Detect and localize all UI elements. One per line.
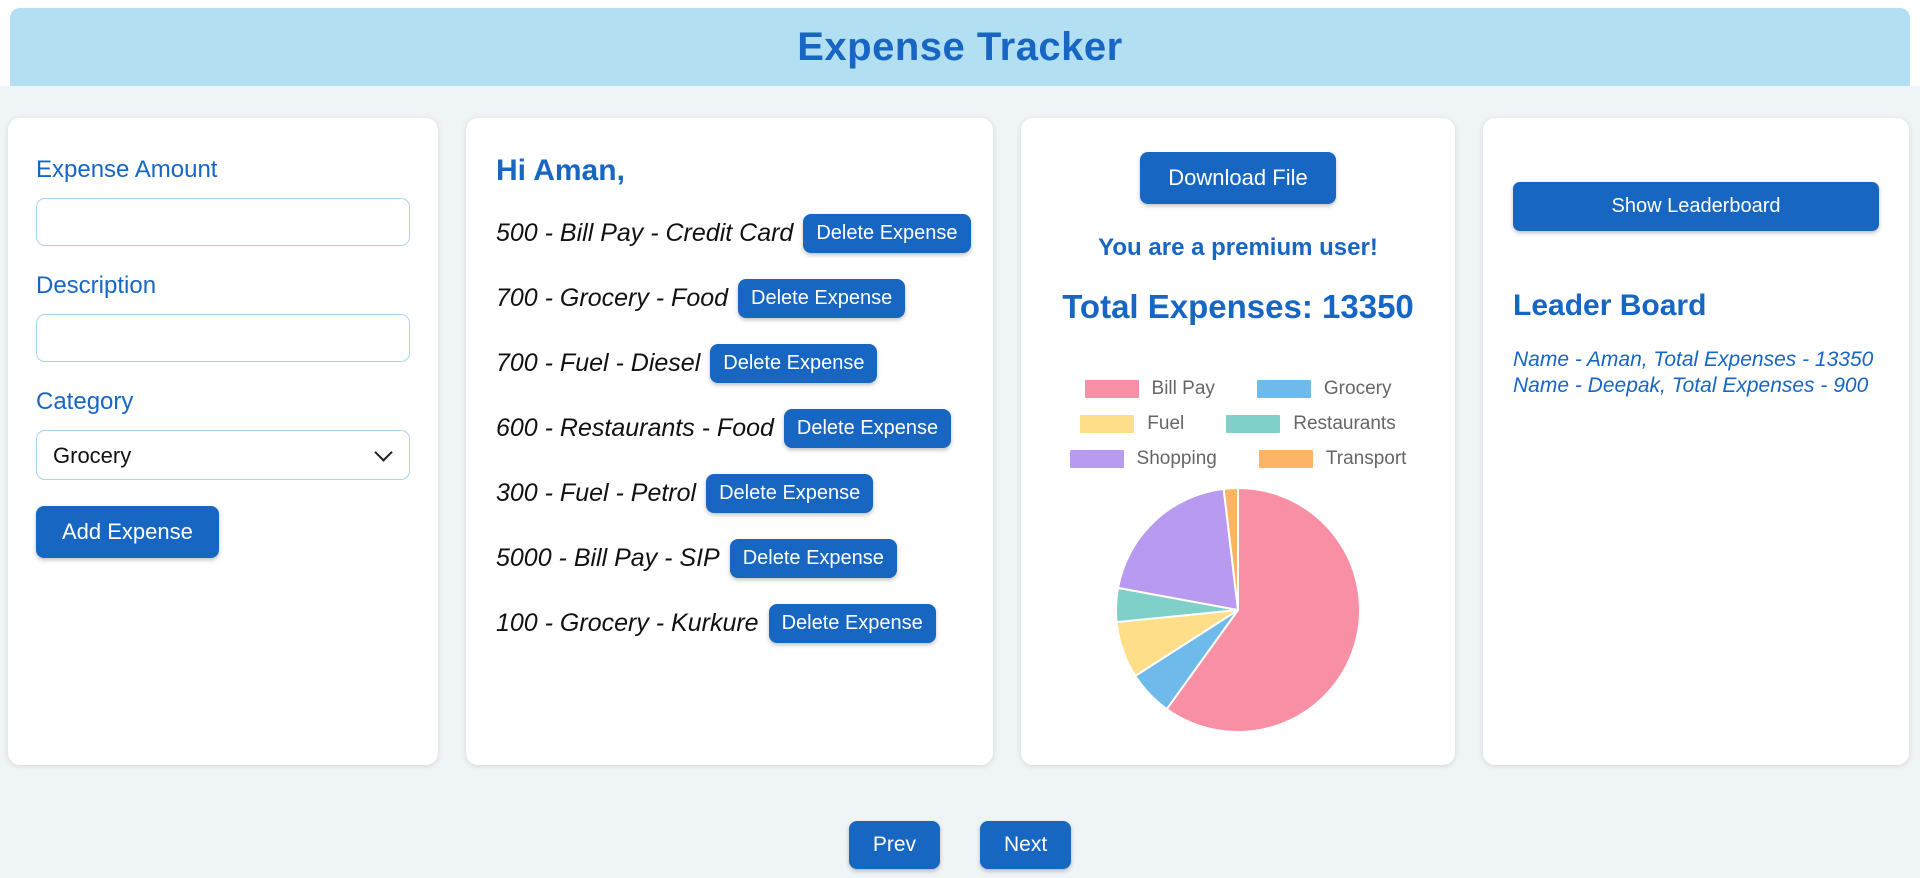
- expense-list-card: Hi Aman, 500 - Bill Pay - Credit Card De…: [466, 118, 993, 765]
- pagination: Prev Next: [0, 821, 1920, 869]
- expense-row: 5000 - Bill Pay - SIP Delete Expense: [496, 539, 963, 578]
- delete-expense-button[interactable]: Delete Expense: [710, 344, 878, 383]
- expense-row: 600 - Restaurants - Food Delete Expense: [496, 409, 963, 448]
- legend-row: Shopping Transport: [1045, 448, 1431, 470]
- legend-item-transport[interactable]: Transport: [1258, 448, 1407, 470]
- legend-label: Grocery: [1323, 378, 1392, 399]
- delete-expense-button[interactable]: Delete Expense: [738, 279, 906, 318]
- legend-swatch-transport: [1258, 450, 1313, 468]
- expense-text: 300 - Fuel - Petrol: [496, 479, 697, 507]
- description-label: Description: [36, 272, 157, 299]
- delete-expense-button[interactable]: Delete Expense: [783, 409, 952, 448]
- add-expense-button[interactable]: Add Expense: [36, 506, 219, 558]
- expense-row: 300 - Fuel - Petrol Delete Expense: [496, 474, 963, 513]
- legend-item-fuel[interactable]: Fuel: [1080, 413, 1184, 435]
- add-expense-card: Expense Amount Description Category Groc…: [8, 118, 438, 765]
- expense-text: 700 - Grocery - Food: [496, 284, 729, 312]
- premium-status-text: You are a premium user!: [1098, 234, 1378, 261]
- summary-card: Download File You are a premium user! To…: [1021, 118, 1455, 765]
- expense-text: 5000 - Bill Pay - SIP: [496, 544, 720, 572]
- legend-label: Shopping: [1136, 448, 1217, 469]
- expense-text: 500 - Bill Pay - Credit Card: [496, 219, 794, 247]
- pie-chart-wrap: [1045, 484, 1431, 736]
- expense-text: 600 - Restaurants - Food: [496, 414, 774, 442]
- legend-item-bill-pay[interactable]: Bill Pay: [1084, 378, 1215, 400]
- download-file-button[interactable]: Download File: [1140, 152, 1336, 204]
- legend-row: Fuel Restaurants: [1045, 413, 1431, 435]
- delete-expense-button[interactable]: Delete Expense: [729, 539, 897, 578]
- app-header: Expense Tracker: [10, 8, 1910, 86]
- main-content: Expense Amount Description Category Groc…: [0, 86, 1920, 878]
- legend-swatch-shopping: [1069, 450, 1124, 468]
- delete-expense-button[interactable]: Delete Expense: [803, 214, 971, 253]
- legend-item-shopping[interactable]: Shopping: [1069, 448, 1217, 470]
- expense-row: 700 - Fuel - Diesel Delete Expense: [496, 344, 963, 383]
- delete-expense-button[interactable]: Delete Expense: [768, 604, 936, 643]
- total-expenses-text: Total Expenses: 13350: [1062, 288, 1414, 325]
- category-select-wrap: Grocery: [36, 430, 410, 480]
- show-leaderboard-button[interactable]: Show Leaderboard: [1513, 182, 1879, 231]
- legend-label: Restaurants: [1293, 413, 1396, 434]
- header-wrap: Expense Tracker: [0, 0, 1920, 86]
- legend-label: Transport: [1325, 448, 1407, 469]
- leaderboard-entry: Name - Deepak, Total Expenses - 900: [1513, 373, 1869, 397]
- expense-text: 700 - Fuel - Diesel: [496, 349, 701, 377]
- expense-amount-input[interactable]: [36, 198, 410, 246]
- legend-swatch-restaurants: [1226, 415, 1281, 433]
- legend-swatch-fuel: [1080, 415, 1135, 433]
- category-label: Category: [36, 388, 134, 415]
- cards-row: Expense Amount Description Category Groc…: [8, 118, 1912, 765]
- leaderboard-entry: Name - Aman, Total Expenses - 13350: [1513, 348, 1874, 371]
- expense-text: 100 - Grocery - Kurkure: [496, 609, 759, 637]
- legend-swatch-grocery: [1256, 380, 1311, 398]
- legend-label: Bill Pay: [1151, 378, 1215, 399]
- chart-legend: Bill Pay Grocery Fuel Restaurants Shoppi…: [1045, 378, 1431, 470]
- next-page-button[interactable]: Next: [980, 821, 1072, 869]
- legend-item-grocery[interactable]: Grocery: [1256, 378, 1392, 400]
- legend-label: Fuel: [1147, 413, 1185, 434]
- pie-slice-shopping[interactable]: [1117, 487, 1239, 611]
- leaderboard-card: Show Leaderboard Leader Board Name - Ama…: [1483, 118, 1909, 765]
- legend-swatch-bill-pay: [1084, 380, 1139, 398]
- greeting-text: Hi Aman,: [496, 154, 625, 187]
- legend-row: Bill Pay Grocery: [1045, 378, 1431, 400]
- expense-row: 700 - Grocery - Food Delete Expense: [496, 279, 963, 318]
- leaderboard-heading: Leader Board: [1513, 289, 1707, 322]
- page-title: Expense Tracker: [797, 24, 1123, 69]
- expenses-pie-chart[interactable]: [1112, 484, 1364, 736]
- expense-row: 100 - Grocery - Kurkure Delete Expense: [496, 604, 963, 643]
- legend-item-restaurants[interactable]: Restaurants: [1226, 413, 1396, 435]
- delete-expense-button[interactable]: Delete Expense: [706, 474, 874, 513]
- expense-row: 500 - Bill Pay - Credit Card Delete Expe…: [496, 214, 971, 253]
- prev-page-button[interactable]: Prev: [848, 821, 940, 869]
- expense-amount-label: Expense Amount: [36, 156, 218, 183]
- leaderboard-entries: Name - Aman, Total Expenses - 13350 Name…: [1513, 347, 1879, 398]
- category-select[interactable]: Grocery: [36, 430, 410, 480]
- description-input[interactable]: [36, 314, 410, 362]
